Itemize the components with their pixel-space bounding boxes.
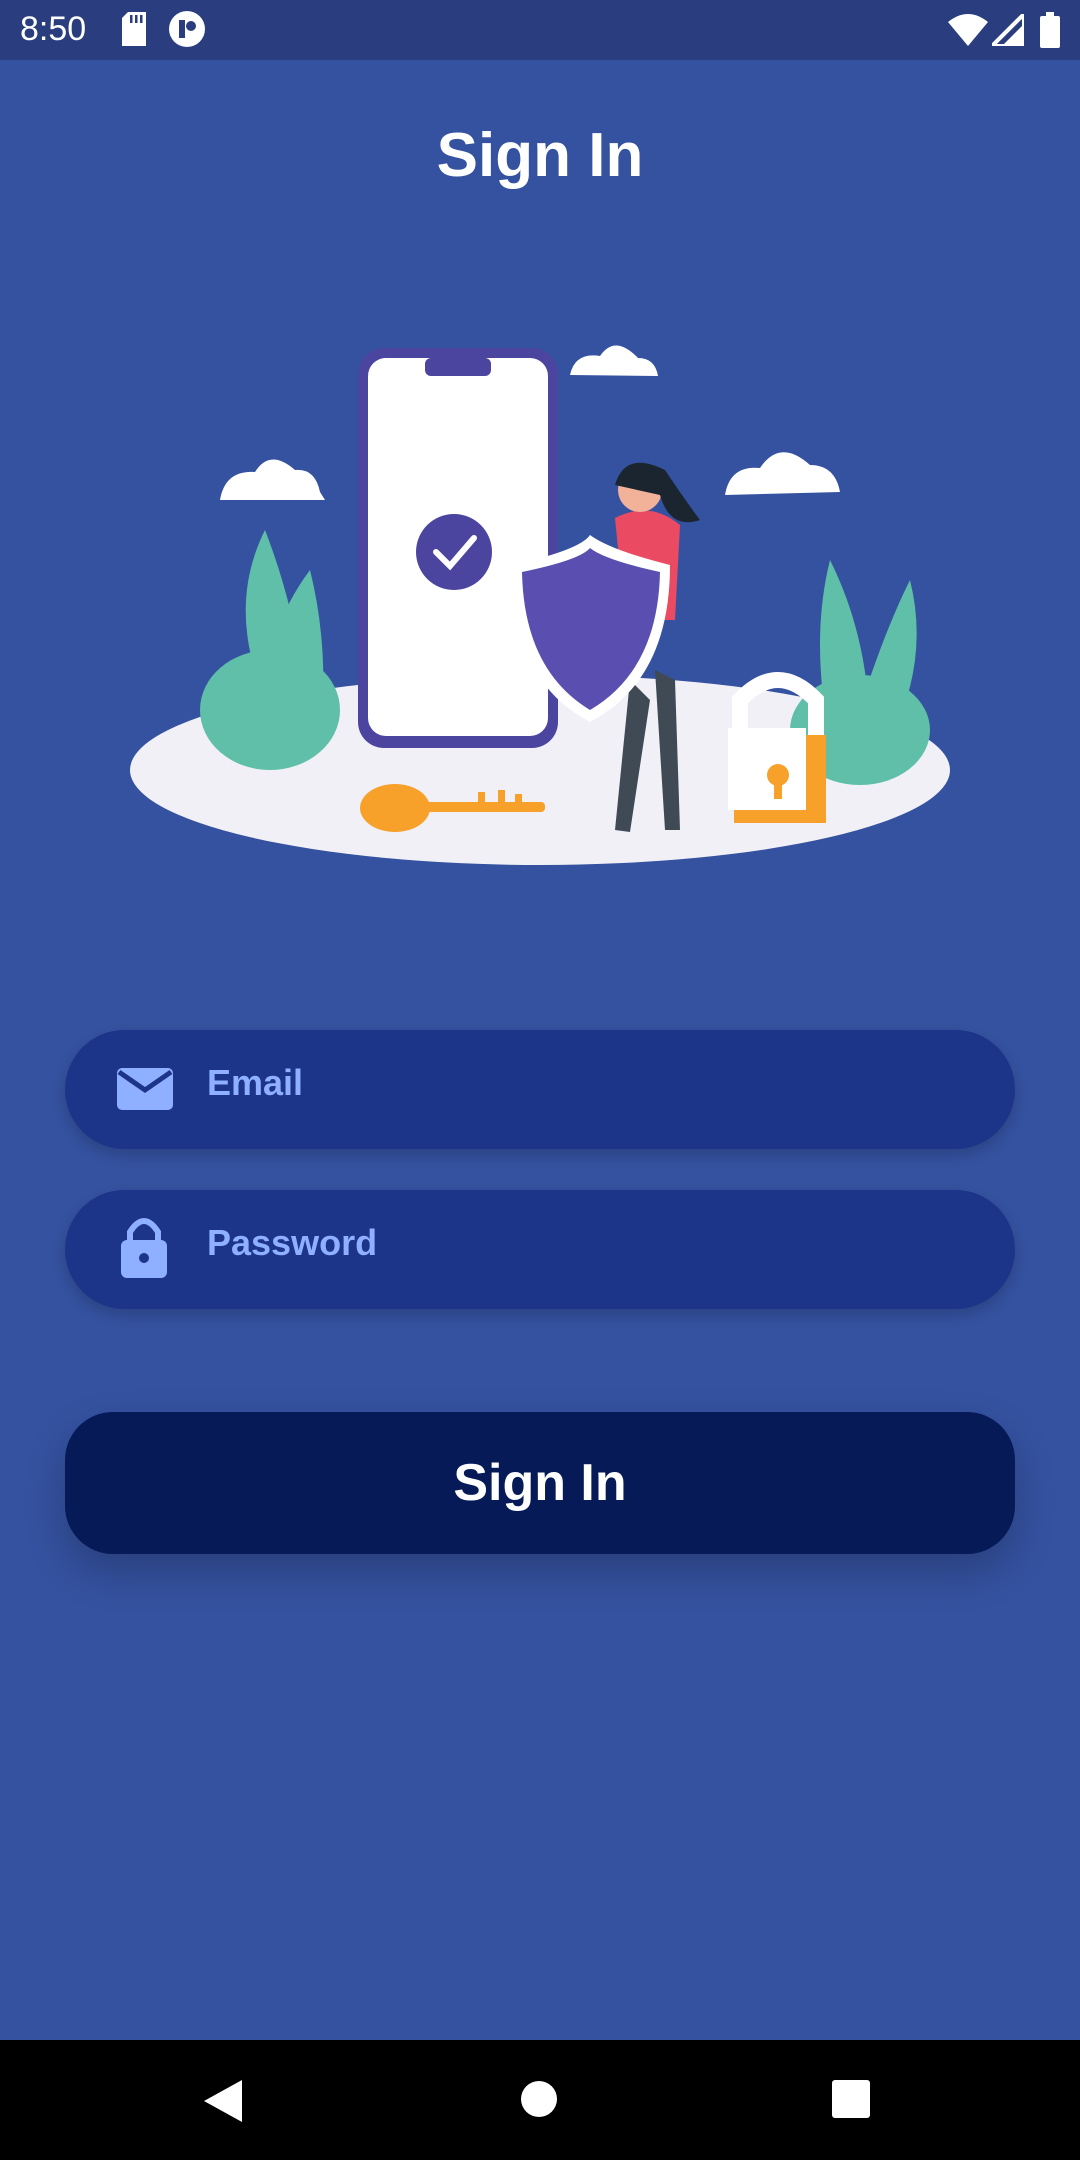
password-placeholder: Password (207, 1222, 378, 1263)
recents-icon[interactable] (832, 2080, 870, 2123)
wifi-icon (948, 14, 988, 51)
email-placeholder: Email (207, 1062, 304, 1103)
status-bar: 8:50 (0, 0, 1080, 60)
email-icon (117, 1064, 173, 1119)
lock-icon (121, 1216, 167, 1283)
sd-card-icon (120, 12, 148, 51)
status-time: 8:50 (20, 10, 87, 48)
plant-left (200, 530, 340, 770)
password-field[interactable]: Password (65, 1190, 1015, 1309)
page-title: Sign In (436, 121, 644, 190)
email-field[interactable]: Email (65, 1030, 1015, 1149)
app-notification-icon (168, 10, 206, 53)
sign-in-button[interactable]: Sign In (65, 1412, 1015, 1554)
back-icon[interactable] (204, 2080, 244, 2127)
navigation-bar (0, 2040, 1080, 2160)
phone-icon (358, 348, 558, 748)
signal-icon (987, 9, 1026, 51)
home-icon[interactable] (520, 2080, 558, 2123)
security-illustration (130, 345, 950, 865)
battery-icon (1040, 12, 1060, 53)
